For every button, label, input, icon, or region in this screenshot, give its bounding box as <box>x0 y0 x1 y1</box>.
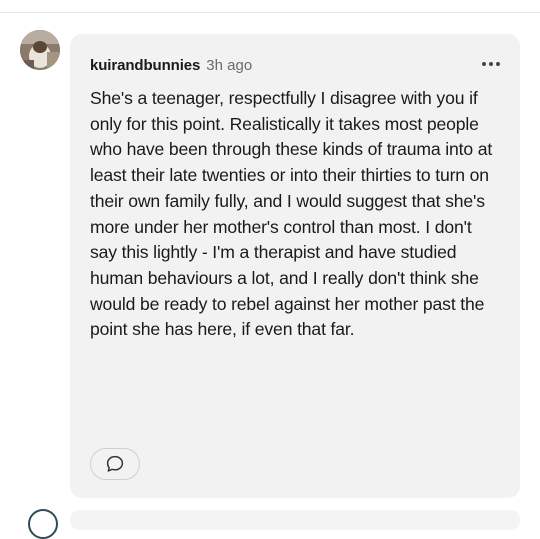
more-horizontal-icon <box>482 62 486 66</box>
next-comment-bubble <box>70 510 520 530</box>
comment-header: kuirandbunnies 3h ago <box>90 54 252 76</box>
more-options-button[interactable] <box>476 52 506 76</box>
comment-bubble: kuirandbunnies 3h ago She's a teenager, … <box>70 34 520 498</box>
author-name[interactable]: kuirandbunnies <box>90 57 200 74</box>
more-dot <box>496 62 500 66</box>
timestamp: 3h ago <box>206 56 253 74</box>
speech-bubble-icon <box>106 455 124 472</box>
avatar[interactable] <box>20 30 60 70</box>
more-dot <box>489 62 493 66</box>
reply-button[interactable] <box>90 448 140 480</box>
comment-body: She's a teenager, respectfully I disagre… <box>90 88 493 340</box>
top-divider <box>0 12 540 13</box>
avatar-image <box>20 30 60 70</box>
